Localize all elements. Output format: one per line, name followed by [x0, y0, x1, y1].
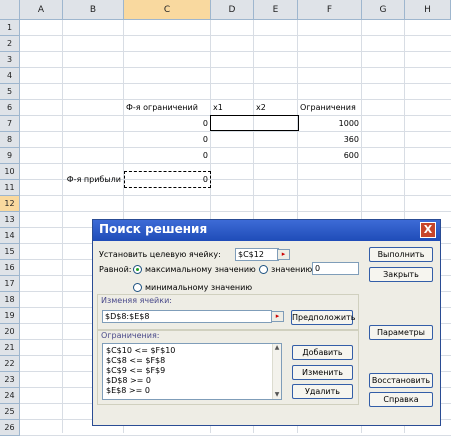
constraints-list[interactable]: $C$10 <= $F$10 $C$8 <= $F$8 $C$9 <= $F$9… [102, 343, 282, 400]
column-header-c[interactable]: C [124, 0, 211, 20]
range-picker-icon[interactable]: ▸ [277, 249, 290, 260]
solver-dialog: Поиск решения X Установить целевую ячейк… [92, 219, 441, 426]
delete-button[interactable]: Удалить [292, 384, 353, 399]
row-header-25[interactable]: 25 [0, 404, 20, 420]
cell-c8[interactable]: 0 [124, 116, 208, 131]
row-header-20[interactable]: 20 [0, 324, 20, 340]
cell-b12[interactable]: Ф-я прибыли [63, 172, 121, 187]
row-gridline [20, 67, 451, 68]
row-header-21[interactable]: 21 [0, 340, 20, 356]
row-header-6[interactable]: 6 [0, 100, 20, 116]
row-header-26[interactable]: 26 [0, 420, 20, 436]
cell-e7[interactable]: x2 [256, 100, 296, 115]
row-header-1[interactable]: 1 [0, 20, 20, 36]
row-gridline [20, 163, 451, 164]
row-header-9[interactable]: 9 [0, 148, 20, 164]
column-header-e[interactable]: E [254, 0, 298, 20]
row-header-17[interactable]: 17 [0, 276, 20, 292]
row-gridline [20, 195, 451, 196]
active-cell-selection [210, 115, 299, 131]
help-button[interactable]: Справка [369, 392, 433, 407]
row-header-5[interactable]: 5 [0, 84, 20, 100]
value-input[interactable]: 0 [312, 262, 359, 275]
row-header-10[interactable]: 10 [0, 164, 20, 180]
change-button[interactable]: Изменить [292, 365, 353, 380]
dialog-title: Поиск решения [99, 222, 208, 236]
changing-cells-input[interactable]: $D$8:$E$8 [102, 310, 272, 323]
row-header-16[interactable]: 16 [0, 260, 20, 276]
constraint-item[interactable]: $C$10 <= $F$10 [106, 346, 175, 356]
constraint-item[interactable]: $D$8 >= 0 [106, 376, 151, 386]
constraints-label: Ограничения: [101, 331, 160, 340]
close-button[interactable]: Закрыть [369, 267, 433, 282]
column-header-d[interactable]: D [211, 0, 254, 20]
column-header-f[interactable]: F [298, 0, 362, 20]
row-gridline [20, 35, 451, 36]
solve-button[interactable]: Выполнить [369, 247, 433, 262]
cell-c10[interactable]: 0 [124, 148, 208, 163]
row-header-3[interactable]: 3 [0, 52, 20, 68]
add-button[interactable]: Добавить [292, 345, 353, 360]
row-header-11[interactable]: 11 [0, 180, 20, 196]
row-gridline [20, 51, 451, 52]
column-header-b[interactable]: B [63, 0, 124, 20]
cell-c7[interactable]: Ф-я ограничений [126, 100, 210, 115]
reset-button[interactable]: Восстановить [369, 373, 433, 388]
close-icon[interactable]: X [420, 222, 436, 238]
row-header-23[interactable]: 23 [0, 372, 20, 388]
row-gridline [20, 211, 451, 212]
dialog-titlebar[interactable]: Поиск решения X [93, 220, 440, 241]
changing-cells-label: Изменяя ячейки: [101, 296, 172, 305]
value-radio[interactable] [259, 265, 268, 274]
min-radio[interactable] [133, 283, 142, 292]
row-header-19[interactable]: 19 [0, 308, 20, 324]
column-header-h[interactable]: H [405, 0, 451, 20]
options-button[interactable]: Параметры [369, 325, 433, 340]
constraint-item[interactable]: $C$8 <= $F$8 [106, 356, 165, 366]
equal-label: Равной: [99, 265, 132, 274]
max-label: максимальному значению [145, 265, 256, 274]
cell-d7[interactable]: x1 [213, 100, 253, 115]
target-cell-input[interactable]: $C$12 [235, 248, 279, 261]
row-header-12[interactable]: 12 [0, 196, 20, 212]
constraints-scrollbar[interactable]: ▲ ▼ [272, 344, 281, 399]
cell-c9[interactable]: 0 [124, 132, 208, 147]
row-header-2[interactable]: 2 [0, 36, 20, 52]
row-header-7[interactable]: 7 [0, 116, 20, 132]
target-cell-marquee [124, 171, 211, 188]
row-header-24[interactable]: 24 [0, 388, 20, 404]
constraint-item[interactable]: $C$9 <= $F$9 [106, 366, 165, 376]
guess-button[interactable]: Предположить [291, 310, 355, 325]
cell-f10[interactable]: 600 [298, 148, 359, 163]
cell-f9[interactable]: 360 [298, 132, 359, 147]
row-header-13[interactable]: 13 [0, 212, 20, 228]
cell-f7[interactable]: Ограничения [300, 100, 360, 115]
column-header-a[interactable]: A [20, 0, 63, 20]
row-header-22[interactable]: 22 [0, 356, 20, 372]
select-all-corner[interactable] [0, 0, 20, 20]
range-picker-icon[interactable]: ▸ [271, 311, 284, 322]
value-label: значению: [271, 265, 315, 274]
max-radio[interactable] [133, 265, 142, 274]
row-gridline [20, 83, 451, 84]
scroll-down-icon[interactable]: ▼ [273, 391, 281, 399]
constraint-item[interactable]: $E$8 >= 0 [106, 386, 150, 396]
min-label: минимальному значению [145, 283, 253, 292]
row-gridline [20, 131, 451, 132]
row-gridline [20, 147, 451, 148]
scroll-up-icon[interactable]: ▲ [273, 344, 281, 352]
column-header-g[interactable]: G [362, 0, 405, 20]
row-header-4[interactable]: 4 [0, 68, 20, 84]
row-header-15[interactable]: 15 [0, 244, 20, 260]
cell-f8[interactable]: 1000 [298, 116, 359, 131]
row-header-8[interactable]: 8 [0, 132, 20, 148]
row-header-18[interactable]: 18 [0, 292, 20, 308]
target-cell-label: Установить целевую ячейку: [99, 250, 221, 259]
row-header-14[interactable]: 14 [0, 228, 20, 244]
